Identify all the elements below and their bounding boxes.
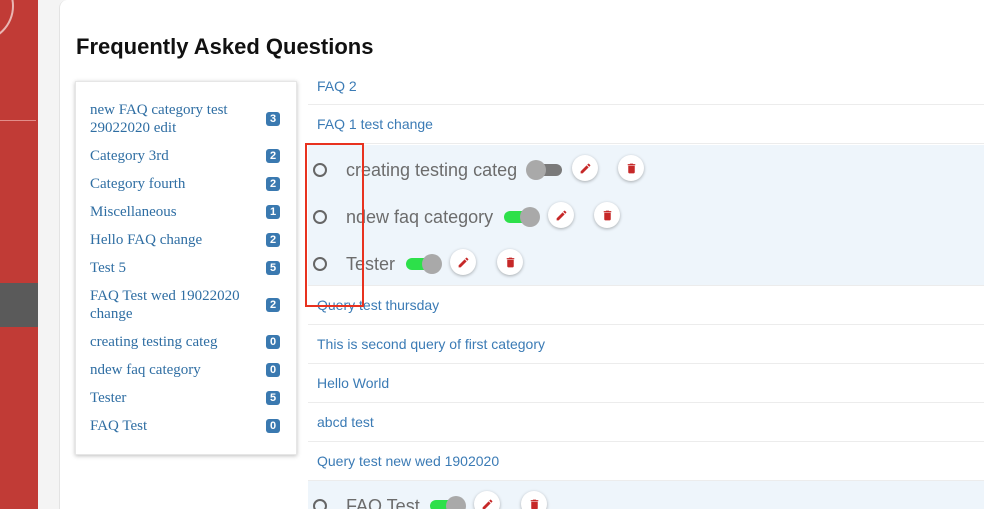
- page-title: Frequently Asked Questions: [76, 34, 374, 59]
- pencil-icon: [580, 163, 590, 173]
- faq-question-link[interactable]: FAQ 1 test change: [317, 116, 433, 132]
- faq-question-row[interactable]: FAQ 1 test change: [308, 105, 984, 144]
- faq-question-link[interactable]: FAQ 2: [317, 78, 357, 94]
- category-label: new FAQ category test 29022020 edit: [90, 102, 228, 136]
- faq-question-link[interactable]: Query test new wed 1902020: [317, 453, 499, 469]
- category-toggle[interactable]: [430, 496, 466, 509]
- category-item[interactable]: new FAQ category test 29022020 edit 3: [90, 101, 280, 137]
- app-sidebar: [0, 0, 38, 509]
- logo[interactable]: [0, 0, 14, 42]
- trash-icon: [506, 257, 514, 267]
- category-item[interactable]: creating testing categ 0: [90, 333, 280, 351]
- category-list: new FAQ category test 29022020 edit 3 Ca…: [90, 101, 280, 445]
- category-count-badge: 5: [266, 261, 280, 275]
- category-count-badge: 2: [266, 233, 280, 247]
- category-item[interactable]: Test 5 5: [90, 259, 280, 277]
- trash-icon: [627, 163, 635, 173]
- category-name: ndew faq category: [346, 207, 494, 227]
- delete-button[interactable]: [497, 249, 523, 275]
- category-count-badge: 1: [266, 205, 280, 219]
- faq-list: FAQ 2 FAQ 1 test change creating testing…: [308, 65, 984, 509]
- category-name: FAQ Test: [346, 496, 420, 509]
- category-label: Hello FAQ change: [90, 232, 203, 248]
- category-count-badge: 2: [266, 149, 280, 163]
- category-toggle[interactable]: [504, 207, 540, 227]
- pencil-icon: [458, 257, 468, 267]
- faq-question-row[interactable]: Hello World: [308, 364, 984, 403]
- category-label: FAQ Test: [90, 418, 148, 434]
- category-label: creating testing categ: [90, 334, 218, 350]
- sidebar-active-item[interactable]: [0, 283, 38, 327]
- category-item[interactable]: Category fourth 2: [90, 175, 280, 193]
- category-label: Test 5: [90, 260, 127, 276]
- category-label: ndew faq category: [90, 362, 201, 378]
- category-item[interactable]: ndew faq category 0: [90, 361, 280, 379]
- category-toggle[interactable]: [526, 160, 562, 180]
- category-toggle[interactable]: [406, 254, 442, 274]
- faq-question-link[interactable]: This is second query of first category: [317, 336, 545, 352]
- category-manage-row: Tester: [308, 239, 984, 285]
- faq-question-row[interactable]: This is second query of first category: [308, 325, 984, 364]
- category-label: Category 3rd: [90, 148, 169, 164]
- category-count-badge: 0: [266, 335, 280, 349]
- faq-question-row[interactable]: Query test thursday: [308, 286, 984, 325]
- highlight-annotation: [305, 143, 364, 307]
- category-count-badge: 5: [266, 391, 280, 405]
- category-name: creating testing categ: [346, 160, 518, 180]
- faq-question-link[interactable]: Hello World: [317, 375, 389, 391]
- category-item[interactable]: Hello FAQ change 2: [90, 231, 280, 249]
- edit-button[interactable]: [548, 202, 574, 228]
- toggle-knob: [520, 207, 540, 227]
- toggle-knob: [526, 160, 546, 180]
- trash-icon: [603, 210, 611, 220]
- category-label: FAQ Test wed 19022020 change: [90, 288, 240, 322]
- category-item[interactable]: Category 3rd 2: [90, 147, 280, 165]
- category-item[interactable]: Tester 5: [90, 389, 280, 407]
- delete-button[interactable]: [618, 155, 644, 181]
- toggle-knob: [446, 496, 466, 509]
- category-manage-block: creating testing categ ndew faq category…: [308, 145, 984, 286]
- pencil-icon: [556, 210, 566, 220]
- category-label: Category fourth: [90, 176, 186, 192]
- faq-question-row[interactable]: Query test new wed 1902020: [308, 442, 984, 481]
- page-gutter: [38, 0, 60, 509]
- toggle-knob: [422, 254, 442, 274]
- edit-button[interactable]: [474, 491, 500, 509]
- pencil-icon: [482, 499, 492, 509]
- category-item[interactable]: FAQ Test wed 19022020 change 2: [90, 287, 280, 323]
- trash-icon: [530, 499, 538, 509]
- category-count-badge: 0: [266, 419, 280, 433]
- delete-button[interactable]: [521, 491, 547, 509]
- edit-button[interactable]: [450, 249, 476, 275]
- delete-button[interactable]: [594, 202, 620, 228]
- faq-question-link[interactable]: abcd test: [317, 414, 374, 430]
- category-radio[interactable]: [313, 499, 327, 509]
- faq-question-row[interactable]: abcd test: [308, 403, 984, 442]
- category-item[interactable]: FAQ Test 0: [90, 417, 280, 435]
- category-label: Tester: [90, 390, 127, 406]
- edit-button[interactable]: [572, 155, 598, 181]
- category-manage-row: creating testing categ: [308, 145, 984, 191]
- category-manage-row: ndew faq category: [308, 192, 984, 238]
- category-count-badge: 2: [266, 177, 280, 191]
- category-count-badge: 3: [266, 112, 280, 126]
- category-manage-row: FAQ Test: [308, 481, 984, 509]
- category-count-badge: 2: [266, 298, 280, 312]
- category-item[interactable]: Miscellaneous 1: [90, 203, 280, 221]
- category-label: Miscellaneous: [90, 204, 177, 220]
- category-count-badge: 0: [266, 363, 280, 377]
- category-panel: new FAQ category test 29022020 edit 3 Ca…: [75, 81, 297, 455]
- sidebar-divider: [0, 120, 36, 121]
- faq-question-row[interactable]: FAQ 2: [308, 65, 984, 105]
- category-manage-block: FAQ Test: [308, 481, 984, 509]
